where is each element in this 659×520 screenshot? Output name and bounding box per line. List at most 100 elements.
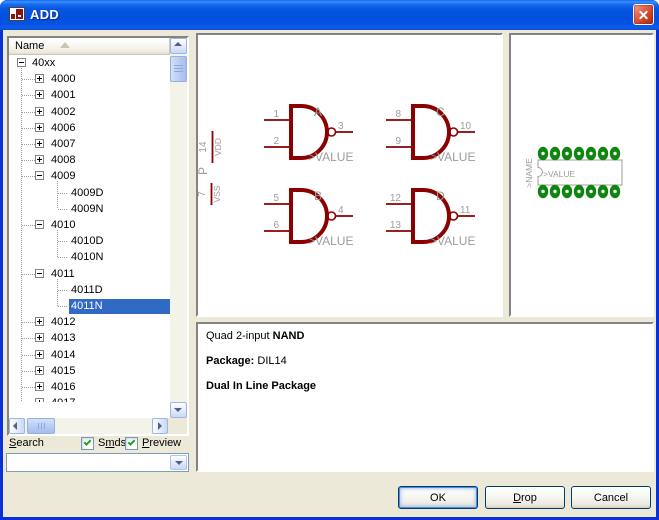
schematic-preview-svg: 123A>VALUE8910C>VALUE564B>VALUE121311D>V…: [198, 35, 501, 315]
expand-box-icon[interactable]: [35, 350, 44, 359]
tree-item-label: 4016: [49, 380, 77, 395]
drop-button[interactable]: Drop: [485, 486, 565, 509]
tree-item-label: 4010: [49, 218, 77, 233]
tree-item-40xx[interactable]: 40xx: [9, 55, 170, 71]
tree-rows: 40xx40004001 400240064007400840094009D400…: [9, 55, 170, 402]
tree-connector-line: [22, 355, 35, 356]
tree-item-4013[interactable]: 4013: [9, 330, 170, 346]
expand-box-icon[interactable]: [35, 382, 44, 391]
tree-item-label: 4013: [49, 331, 77, 346]
tree-item-label: 4002: [49, 105, 77, 120]
tree-item-label: 4015: [49, 364, 77, 379]
tree-connector-line: [22, 338, 35, 339]
tree-item-4011n[interactable]: 4011N: [9, 298, 170, 314]
svg-text:13: 13: [390, 220, 402, 231]
window-icon: [9, 7, 25, 21]
preview-checkbox[interactable]: [125, 437, 138, 450]
tree-item-4009[interactable]: 4009: [9, 168, 170, 184]
schematic-preview-panel: 123A>VALUE8910C>VALUE564B>VALUE121311D>V…: [196, 33, 503, 317]
tree-item-4006[interactable]: 4006: [9, 120, 170, 136]
collapse-box-icon[interactable]: [35, 171, 44, 180]
expand-box-icon[interactable]: [35, 123, 44, 132]
collapse-box-icon[interactable]: [17, 58, 26, 67]
tree-connector-line: [22, 387, 35, 388]
expand-box-icon[interactable]: [35, 90, 44, 99]
description-panel: Quad 2-input NAND Package: DIL14 Dual In…: [196, 322, 654, 472]
tree-item-4009n[interactable]: 4009N: [9, 201, 170, 217]
svg-text:P: P: [198, 167, 210, 175]
svg-text:6: 6: [273, 220, 279, 231]
combo-dropdown-button[interactable]: [170, 455, 187, 470]
tree-item-4017[interactable]: 4017: [9, 395, 170, 402]
tree-column-header-name[interactable]: Name: [9, 38, 170, 55]
scroll-right-button[interactable]: [152, 418, 168, 434]
tree-connector-line: [22, 112, 35, 113]
description-title: Quad 2-input NAND: [206, 330, 644, 342]
svg-text:>NAME: >NAME: [524, 158, 534, 188]
collapse-box-icon[interactable]: [35, 269, 44, 278]
tree-item-4011d[interactable]: 4011D: [9, 282, 170, 298]
expand-box-icon[interactable]: [35, 317, 44, 326]
tree-item-4015[interactable]: 4015: [9, 363, 170, 379]
tree-item-4014[interactable]: 4014: [9, 347, 170, 363]
tree-connector-line: [58, 209, 68, 210]
tree-item-4001[interactable]: 4001: [9, 87, 170, 103]
svg-text:>VALUE: >VALUE: [430, 234, 475, 248]
tree-connector-line: [57, 279, 58, 306]
tree-item-label: 4008: [49, 153, 77, 168]
cancel-button[interactable]: Cancel: [571, 486, 651, 509]
checkmark-icon: [128, 438, 136, 446]
tree-item-4010n[interactable]: 4010N: [9, 249, 170, 265]
close-icon[interactable]: [633, 4, 654, 25]
thumb-grip: [41, 423, 42, 429]
expand-box-icon[interactable]: [35, 74, 44, 83]
thumb-grip: [174, 68, 183, 69]
scroll-down-button[interactable]: [170, 402, 187, 418]
arrow-up-icon: [174, 42, 182, 46]
tree-connector-line: [22, 322, 35, 323]
expand-box-icon[interactable]: [35, 155, 44, 164]
package-preview-svg: >NAME>VALUE: [511, 35, 652, 315]
dialog-body: Name 40xx4000400140024006400740084009400…: [3, 30, 656, 517]
scroll-left-button[interactable]: [9, 418, 25, 434]
horizontal-scroll-thumb[interactable]: [27, 418, 55, 434]
expand-box-icon[interactable]: [35, 398, 44, 402]
tree-item-4012[interactable]: 4012: [9, 314, 170, 330]
svg-text:1: 1: [273, 109, 279, 120]
tree-item-label: 4007: [49, 137, 77, 152]
tree-item-4008[interactable]: 4008: [9, 152, 170, 168]
svg-text:D: D: [436, 189, 445, 203]
title-bar[interactable]: ADD: [0, 0, 659, 30]
svg-text:4: 4: [338, 205, 344, 216]
tree-connector-line: [58, 257, 68, 258]
tree-connector-line: [22, 160, 35, 161]
tree-item-label: 4010D: [69, 234, 105, 249]
tree-item-4010d[interactable]: 4010D: [9, 233, 170, 249]
scroll-up-button[interactable]: [170, 38, 187, 54]
ok-button[interactable]: OK: [398, 486, 478, 509]
svg-text:11: 11: [460, 205, 471, 216]
expand-box-icon[interactable]: [35, 366, 44, 375]
tree-item-4016[interactable]: 4016: [9, 379, 170, 395]
vertical-scroll-thumb[interactable]: [170, 56, 187, 82]
tree-item-4011[interactable]: 4011: [9, 266, 170, 282]
tree-item-4009d[interactable]: 4009D: [9, 185, 170, 201]
tree-item-4000[interactable]: 4000: [9, 71, 170, 87]
tree-item-label: 4014: [49, 348, 77, 363]
tree-connector-line: [58, 306, 68, 307]
search-combobox[interactable]: [6, 453, 189, 472]
tree-connector-line: [22, 176, 35, 177]
expand-box-icon[interactable]: [35, 107, 44, 116]
svg-text:B: B: [314, 189, 322, 203]
collapse-box-icon[interactable]: [35, 220, 44, 229]
expand-box-icon[interactable]: [35, 139, 44, 148]
tree-horizontal-scrollbar[interactable]: [9, 418, 168, 434]
expand-box-icon[interactable]: [35, 333, 44, 342]
tree-item-4007[interactable]: 4007: [9, 136, 170, 152]
tree-item-4002[interactable]: 4002: [9, 104, 170, 120]
search-input[interactable]: [9, 456, 167, 469]
smds-checkbox[interactable]: [81, 437, 94, 450]
tree-vertical-scrollbar[interactable]: [170, 38, 187, 418]
tree-item-4010[interactable]: 4010: [9, 217, 170, 233]
tree-item-label: 4011: [49, 267, 77, 282]
